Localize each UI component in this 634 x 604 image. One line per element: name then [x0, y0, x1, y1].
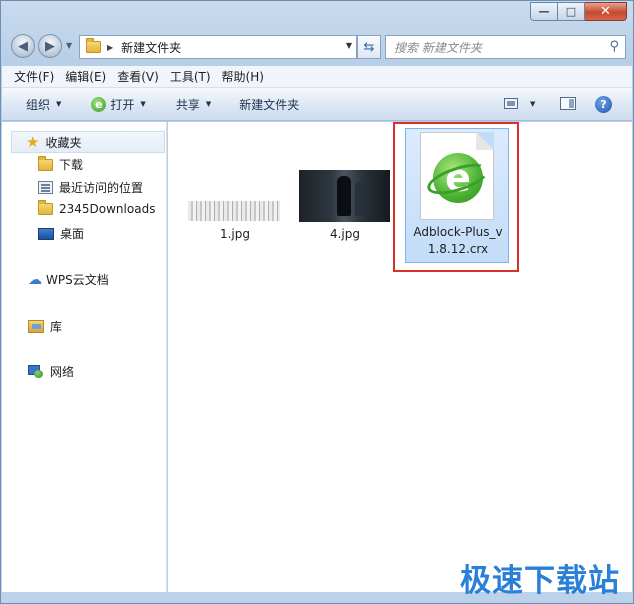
sidebar-item-label: WPS云文档 — [46, 273, 109, 287]
folder-icon — [38, 200, 53, 215]
close-button[interactable]: ✕ — [585, 2, 627, 21]
sidebar-item-favorites[interactable]: ★ 收藏夹 — [11, 131, 165, 153]
minimize-icon: — — [538, 5, 550, 18]
sidebar-item-wps-cloud[interactable]: ☁ WPS云文档 — [28, 271, 109, 288]
folder-icon — [38, 155, 53, 171]
sidebar-item-downloads[interactable]: 下载 — [38, 155, 84, 173]
forward-button[interactable]: ▶ — [38, 34, 62, 58]
new-folder-button[interactable]: 新建文件夹 — [239, 96, 299, 113]
chevron-down-icon: ▼ — [56, 100, 62, 108]
file-name[interactable]: 1.jpg — [185, 227, 285, 241]
network-icon — [28, 364, 44, 379]
menu-file[interactable]: 文件(F) — [14, 68, 54, 85]
arrow-left-icon: ◀ — [18, 38, 28, 54]
sidebar-item-label: 收藏夹 — [45, 135, 82, 150]
sidebar-item-recent[interactable]: 最近访问的位置 — [38, 179, 143, 196]
chevron-down-icon[interactable]: ▼ — [530, 100, 535, 108]
minimize-button[interactable]: — — [530, 2, 558, 21]
maximize-icon: □ — [565, 5, 577, 18]
menu-edit[interactable]: 编辑(E) — [65, 68, 106, 85]
star-icon: ★ — [26, 133, 40, 151]
search-icon[interactable]: ⚲ — [609, 39, 619, 54]
new-folder-label: 新建文件夹 — [239, 97, 300, 112]
explorer-window: — □ ✕ ◀ ▶ ▼ ▶ 新建文件夹 ▼ ⇆ 搜索 新建文件夹 ⚲ 文件(F)… — [0, 0, 634, 604]
file-list: 1.jpg 4.jpg e Adblock-Plus_v 1.8.12.crx — [168, 122, 632, 592]
sidebar-item-libraries[interactable]: 库 — [28, 318, 62, 335]
preview-pane-icon[interactable] — [560, 97, 576, 110]
close-icon: ✕ — [600, 4, 611, 19]
chevron-down-icon[interactable]: ▼ — [346, 41, 352, 50]
browser-e-icon: e — [91, 96, 107, 112]
cloud-icon: ☁ — [28, 271, 42, 288]
refresh-icon: ⇆ — [363, 39, 375, 55]
recent-places-icon — [38, 181, 53, 194]
menu-bar: 文件(F) 编辑(E) 查看(V) 工具(T) 帮助(H) — [2, 66, 632, 88]
search-input[interactable]: 搜索 新建文件夹 ⚲ — [385, 35, 626, 59]
navigation-bar: ◀ ▶ ▼ ▶ 新建文件夹 ▼ ⇆ 搜索 新建文件夹 ⚲ — [9, 32, 627, 60]
share-label: 共享 — [175, 97, 200, 112]
file-name[interactable]: 4.jpg — [295, 227, 395, 241]
sidebar-item-label: 2345Downloads — [59, 202, 156, 216]
arrow-right-icon: ▶ — [45, 38, 55, 54]
menu-view[interactable]: 查看(V) — [117, 68, 159, 85]
file-thumbnail-4jpg[interactable] — [299, 170, 390, 222]
highlight-box — [393, 122, 519, 272]
chevron-down-icon: ▼ — [140, 100, 146, 108]
folder-icon — [86, 38, 101, 53]
chevron-down-icon: ▼ — [205, 100, 212, 108]
sidebar-item-label: 桌面 — [60, 227, 85, 241]
thumbnail-figure — [355, 182, 365, 216]
sidebar-item-network[interactable]: 网络 — [28, 363, 74, 380]
thumbnail-figure — [337, 176, 351, 216]
search-placeholder: 搜索 新建文件夹 — [394, 40, 482, 55]
file-thumbnail-1jpg[interactable] — [188, 201, 280, 221]
share-button[interactable]: 共享 ▼ — [176, 96, 211, 113]
desktop-icon — [38, 227, 54, 240]
organize-label: 组织 — [26, 97, 51, 112]
sidebar-item-2345downloads[interactable]: 2345Downloads — [38, 200, 156, 216]
view-options-icon[interactable] — [504, 98, 518, 109]
sidebar-item-label: 网络 — [50, 365, 75, 379]
caption-buttons: — □ ✕ — [530, 2, 627, 21]
watermark: 极速下载站 — [460, 563, 620, 599]
library-icon — [28, 320, 44, 333]
command-bar: 组织 ▼ e 打开 ▼ 共享 ▼ 新建文件夹 — [2, 88, 632, 121]
open-label: 打开 — [110, 97, 135, 112]
organize-button[interactable]: 组织 ▼ — [26, 96, 61, 113]
navigation-pane: ★ 收藏夹 下载 最近访问的位置 2345Downloads 桌面 ☁ WPS云… — [2, 122, 167, 592]
sidebar-item-label: 下载 — [59, 158, 84, 172]
sidebar-item-desktop[interactable]: 桌面 — [38, 225, 84, 242]
menu-help[interactable]: 帮助(H) — [222, 68, 264, 85]
help-icon[interactable]: ? — [595, 96, 612, 113]
refresh-button[interactable]: ⇆ — [357, 35, 381, 59]
open-button[interactable]: e 打开 ▼ — [91, 96, 146, 113]
recent-pages-dropdown[interactable]: ▼ — [66, 41, 72, 50]
maximize-button[interactable]: □ — [558, 2, 585, 21]
sidebar-item-label: 库 — [50, 320, 63, 334]
address-bar[interactable]: ▶ 新建文件夹 ▼ — [79, 35, 357, 59]
chevron-right-icon[interactable]: ▶ — [107, 43, 113, 52]
menu-tools[interactable]: 工具(T) — [170, 68, 211, 85]
sidebar-item-label: 最近访问的位置 — [59, 181, 144, 195]
back-button[interactable]: ◀ — [11, 34, 35, 58]
address-path[interactable]: 新建文件夹 — [121, 39, 181, 56]
